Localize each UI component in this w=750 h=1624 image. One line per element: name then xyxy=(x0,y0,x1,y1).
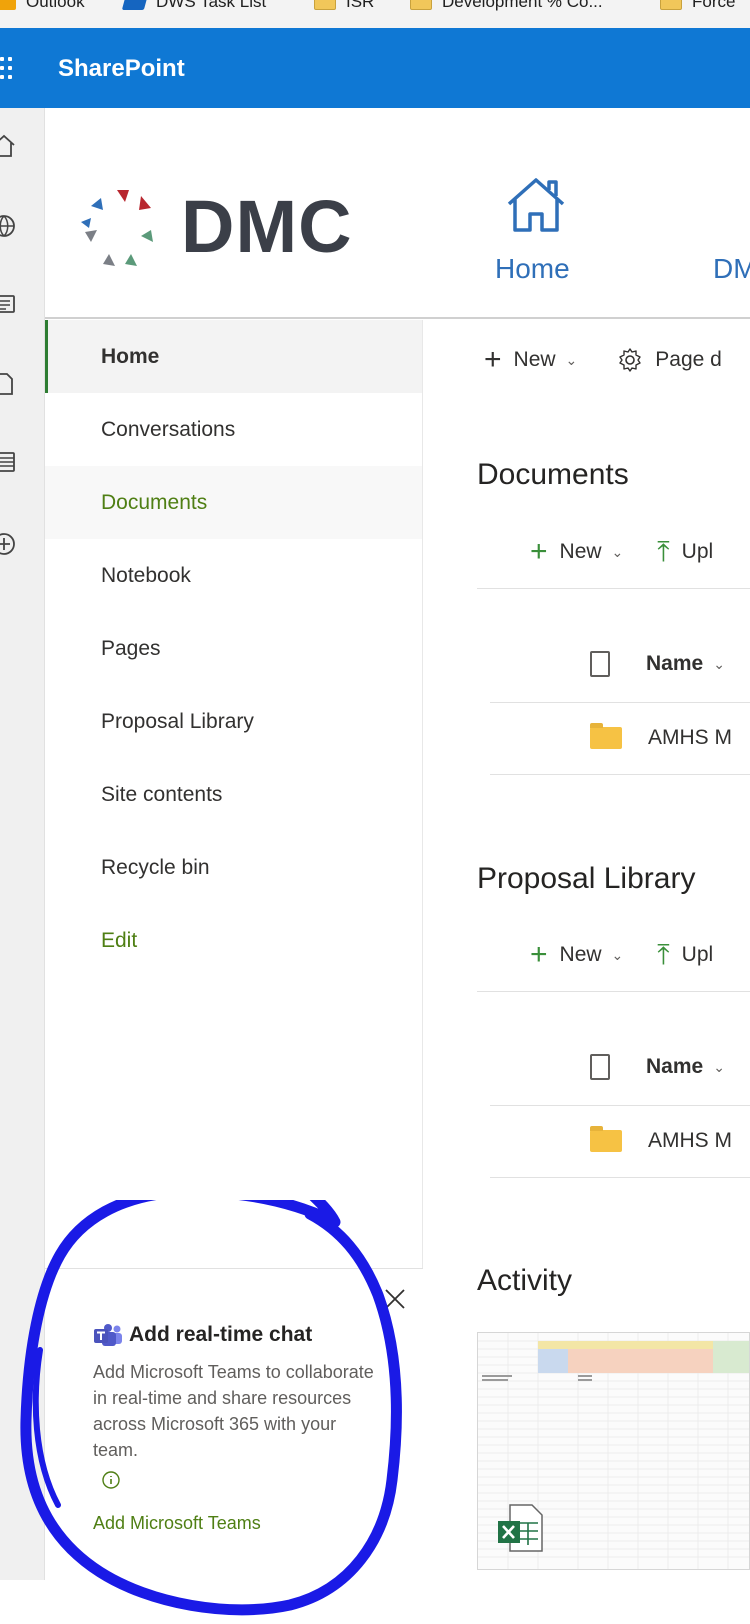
documents-new-button[interactable]: New xyxy=(560,540,602,564)
new-button[interactable]: New xyxy=(514,348,556,372)
news-icon[interactable] xyxy=(0,290,18,318)
list-icon[interactable] xyxy=(0,448,18,476)
suite-title[interactable]: SharePoint xyxy=(58,55,185,83)
close-icon[interactable] xyxy=(383,1287,407,1311)
divider xyxy=(477,991,750,992)
folder-icon xyxy=(590,723,622,749)
app-bar xyxy=(0,108,45,1580)
column-header-name[interactable]: Name xyxy=(646,652,703,676)
hub-nav-dm[interactable]: DM xyxy=(713,253,750,285)
upload-arrow-icon: ⤒ xyxy=(657,939,670,970)
nav-item-conversations[interactable]: Conversations xyxy=(45,393,423,466)
upload-arrow-icon: ⤒ xyxy=(657,536,670,567)
nav-edit-link[interactable]: Edit xyxy=(45,904,423,977)
divider xyxy=(490,1105,750,1106)
proposal-library-upload-button[interactable]: Upl xyxy=(682,943,714,967)
documents-header-row: Name ⌄ xyxy=(590,644,725,684)
microsoft-teams-icon xyxy=(94,1324,122,1346)
teams-callout: Add real-time chat Add Microsoft Teams t… xyxy=(45,1268,423,1580)
teams-callout-description: Add Microsoft Teams to collaborate in re… xyxy=(93,1362,374,1460)
info-icon[interactable] xyxy=(101,1470,121,1490)
hub-nav-home[interactable]: Home xyxy=(495,253,570,285)
suite-bar: SharePoint xyxy=(0,28,750,108)
gear-icon xyxy=(619,348,641,372)
proposal-library-header-row: Name ⌄ xyxy=(590,1047,725,1087)
table-row[interactable]: AMHS M xyxy=(590,718,732,758)
folder-icon xyxy=(314,0,336,10)
column-header-name[interactable]: Name xyxy=(646,1055,703,1079)
chevron-down-icon[interactable]: ⌄ xyxy=(612,544,624,561)
proposal-library-title[interactable]: Proposal Library xyxy=(477,862,695,896)
globe-icon[interactable] xyxy=(0,212,18,240)
activity-card[interactable] xyxy=(477,1332,750,1570)
documents-command-bar: + New ⌄ ⤒ Upl xyxy=(530,532,713,572)
left-nav: Home Conversations Documents Notebook Pa… xyxy=(45,320,423,1270)
file-type-icon xyxy=(590,651,610,677)
chevron-down-icon[interactable]: ⌄ xyxy=(713,656,725,673)
divider xyxy=(477,588,750,589)
table-row[interactable]: AMHS M xyxy=(590,1121,732,1161)
dmc-logo-mark-icon xyxy=(81,190,153,266)
nav-item-pages[interactable]: Pages xyxy=(45,612,423,685)
documents-upload-button[interactable]: Upl xyxy=(682,540,714,564)
nav-item-home[interactable]: Home xyxy=(45,320,423,393)
dws-icon xyxy=(121,0,149,10)
command-bar: + New ⌄ Page d xyxy=(484,340,722,380)
file-name[interactable]: AMHS M xyxy=(648,1129,732,1153)
bookmark-dws-task-list[interactable]: DWS Task List xyxy=(121,0,266,14)
chevron-down-icon[interactable]: ⌄ xyxy=(566,352,578,369)
file-icon[interactable] xyxy=(0,370,18,398)
hub-home-icon[interactable] xyxy=(503,174,569,236)
file-type-icon xyxy=(590,1054,610,1080)
chevron-down-icon[interactable]: ⌄ xyxy=(612,947,624,964)
nav-item-documents[interactable]: Documents xyxy=(45,466,423,539)
divider xyxy=(490,702,750,703)
proposal-library-command-bar: + New ⌄ ⤒ Upl xyxy=(530,935,713,975)
folder-icon xyxy=(590,1126,622,1152)
site-logo-text[interactable]: DMC xyxy=(181,190,353,264)
bookmark-isr[interactable]: ISR xyxy=(314,0,374,14)
nav-item-proposal-library[interactable]: Proposal Library xyxy=(45,685,423,758)
bookmark-outlook[interactable]: Outlook xyxy=(0,0,85,14)
divider xyxy=(490,774,750,775)
home-icon[interactable] xyxy=(0,132,18,160)
outlook-icon xyxy=(0,0,16,10)
bookmarks-bar: Outlook DWS Task List ISR Development % … xyxy=(0,0,750,28)
proposal-library-new-button[interactable]: New xyxy=(560,943,602,967)
site-header: DMC Home DM xyxy=(45,108,750,319)
folder-icon xyxy=(660,0,682,10)
nav-item-notebook[interactable]: Notebook xyxy=(45,539,423,612)
documents-title[interactable]: Documents xyxy=(477,458,629,492)
bookmark-force[interactable]: Force xyxy=(660,0,735,14)
chevron-down-icon[interactable]: ⌄ xyxy=(713,1059,725,1076)
file-name[interactable]: AMHS M xyxy=(648,726,732,750)
plus-icon: + xyxy=(530,535,548,568)
teams-title-row: Add real-time chat xyxy=(93,1323,312,1347)
plus-icon: + xyxy=(484,343,502,376)
page-details-button[interactable]: Page d xyxy=(655,348,722,372)
folder-icon xyxy=(410,0,432,10)
add-microsoft-teams-link[interactable]: Add Microsoft Teams xyxy=(93,1513,261,1534)
activity-title[interactable]: Activity xyxy=(477,1264,572,1298)
app-launcher-waffle-icon[interactable] xyxy=(0,57,18,79)
create-plus-icon[interactable] xyxy=(0,530,18,558)
teams-callout-title: Add real-time chat xyxy=(129,1323,313,1346)
nav-item-site-contents[interactable]: Site contents xyxy=(45,758,423,831)
divider xyxy=(490,1177,750,1178)
nav-item-recycle-bin[interactable]: Recycle bin xyxy=(45,831,423,904)
plus-icon: + xyxy=(530,938,548,971)
excel-file-icon xyxy=(498,1504,543,1552)
bookmark-development[interactable]: Development % Co... xyxy=(410,0,603,14)
